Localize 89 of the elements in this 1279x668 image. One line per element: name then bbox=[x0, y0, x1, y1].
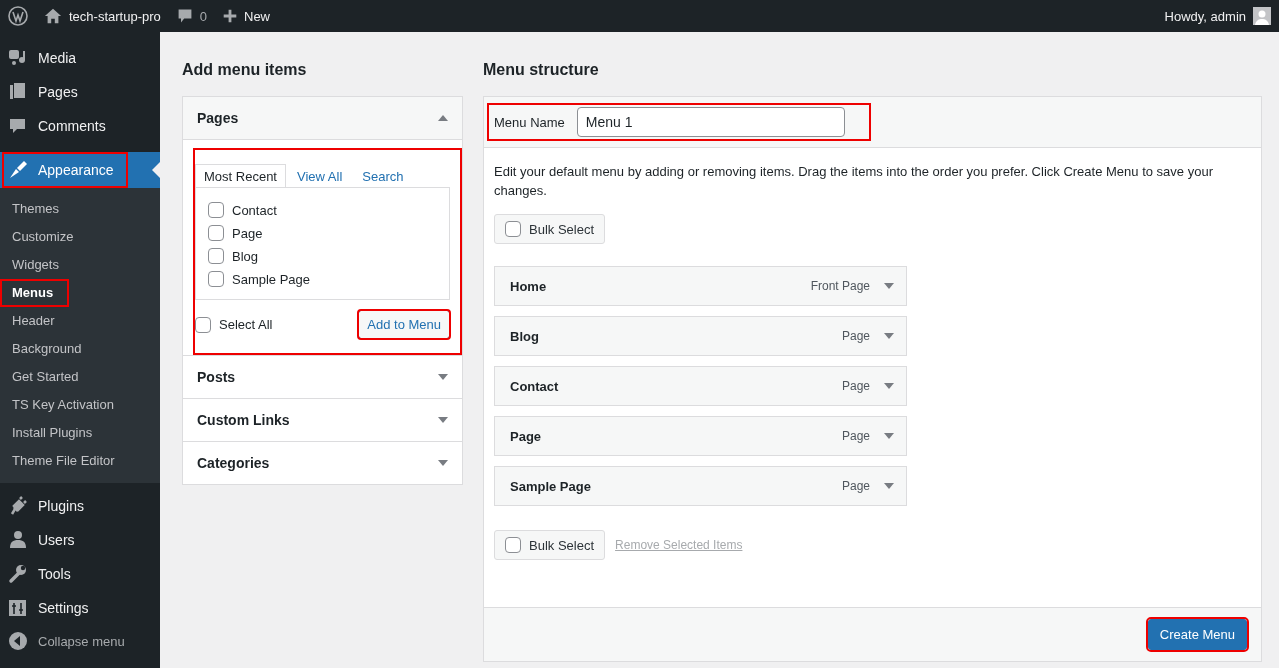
greeting-link[interactable]: Howdy, admin bbox=[1164, 8, 1246, 24]
submenu-item[interactable]: Menus bbox=[0, 279, 70, 307]
collapse-icon bbox=[8, 631, 28, 651]
toggle-arrow-icon bbox=[438, 374, 448, 380]
sidebar-item[interactable]: Plugins bbox=[0, 489, 160, 523]
dropdown-arrow-icon[interactable] bbox=[884, 283, 894, 289]
submenu-item[interactable]: Widgets bbox=[0, 251, 71, 279]
menu-item-title: Blog bbox=[510, 328, 540, 344]
plus-icon[interactable] bbox=[223, 9, 237, 23]
instructions-text: Edit your default menu by adding or removing items. Drag the items into the order you prefer. Click Create Menu to save your changes. bbox=[494, 163, 1214, 200]
appearance-icon bbox=[8, 160, 28, 180]
dropdown-arrow-icon[interactable] bbox=[884, 433, 894, 439]
sidebar-item[interactable]: Media bbox=[0, 41, 160, 75]
checkbox[interactable] bbox=[505, 537, 521, 553]
comments-icon bbox=[8, 116, 28, 136]
submenu-item[interactable]: Install Plugins bbox=[0, 419, 105, 447]
sidebar-item[interactable]: Comments bbox=[0, 109, 160, 143]
submenu-item[interactable]: Theme File Editor bbox=[0, 447, 127, 475]
comment-icon[interactable] bbox=[176, 8, 193, 24]
submenu-item[interactable]: TS Key Activation bbox=[0, 391, 126, 419]
site-name-link[interactable]: tech-startup-pro bbox=[69, 8, 161, 24]
tab[interactable]: View All bbox=[288, 164, 352, 187]
menu-item-type: Page bbox=[841, 479, 870, 493]
section-heading: Add menu items bbox=[182, 60, 308, 80]
submenu-item[interactable]: Get Started bbox=[0, 363, 91, 391]
menu-name-field[interactable]: Menu 1 bbox=[576, 107, 845, 137]
accordion-header[interactable]: Categories bbox=[183, 441, 462, 484]
media-icon bbox=[8, 48, 28, 68]
bulk-select-button[interactable]: Bulk Select bbox=[494, 530, 606, 560]
checkbox[interactable] bbox=[208, 225, 224, 241]
menu-item-title: Page bbox=[510, 428, 543, 444]
menu-name-label: Menu Name bbox=[494, 114, 565, 130]
submenu-item[interactable]: Themes bbox=[0, 195, 71, 223]
submenu-item[interactable]: Background bbox=[0, 335, 94, 363]
new-link[interactable]: New bbox=[244, 8, 270, 24]
menu-item[interactable]: Page Page bbox=[494, 416, 907, 456]
checkbox[interactable] bbox=[505, 221, 521, 237]
menu-item-title: Sample Page bbox=[510, 478, 592, 494]
tools-icon bbox=[8, 564, 28, 584]
menu-item-type: Page bbox=[841, 379, 870, 393]
bulk-select-button[interactable]: Bulk Select bbox=[494, 214, 606, 244]
checkbox[interactable] bbox=[208, 202, 224, 218]
dropdown-arrow-icon[interactable] bbox=[884, 333, 894, 339]
menu-item-title: Contact bbox=[510, 378, 560, 394]
comment-count: 0 bbox=[199, 8, 207, 24]
option-label: Blog bbox=[232, 248, 259, 264]
sidebar-item[interactable]: Pages bbox=[0, 75, 160, 109]
wordpress-logo-icon[interactable] bbox=[8, 6, 28, 26]
menu-item-type: Page bbox=[841, 429, 870, 443]
menu-item-title: Home bbox=[510, 278, 548, 294]
settings-icon bbox=[8, 598, 28, 618]
section-heading: Menu structure bbox=[483, 60, 600, 80]
dropdown-arrow-icon[interactable] bbox=[884, 483, 894, 489]
select-all-label: Select All bbox=[219, 317, 273, 332]
create-menu-button[interactable]: Create Menu bbox=[1147, 619, 1247, 650]
checkbox[interactable] bbox=[208, 271, 224, 287]
current-pointer-icon bbox=[152, 162, 160, 178]
checkbox[interactable] bbox=[208, 248, 224, 264]
menu-item-type: Front Page bbox=[810, 279, 870, 293]
menu-item-type: Page bbox=[841, 329, 870, 343]
add-to-menu-button[interactable]: Add to Menu bbox=[358, 310, 450, 339]
menu-item[interactable]: Sample Page Page bbox=[494, 466, 907, 506]
collapse-menu-button[interactable]: Collapse menu bbox=[0, 625, 160, 657]
sidebar-item[interactable]: Appearance bbox=[0, 152, 160, 188]
accordion-header[interactable]: Posts bbox=[183, 355, 462, 398]
tab[interactable]: Search bbox=[353, 164, 413, 187]
toggle-arrow-icon bbox=[438, 460, 448, 466]
pages-icon bbox=[8, 82, 28, 102]
home-icon[interactable] bbox=[44, 7, 62, 25]
option-label: Contact bbox=[232, 202, 277, 218]
sidebar-item[interactable]: Users bbox=[0, 523, 160, 557]
checkbox[interactable] bbox=[195, 316, 211, 333]
menu-item[interactable]: Contact Page bbox=[494, 366, 907, 406]
toggle-arrow-icon bbox=[438, 115, 448, 121]
sidebar-item[interactable]: Tools bbox=[0, 557, 160, 591]
toggle-arrow-icon bbox=[438, 417, 448, 423]
option-label: Sample Page bbox=[232, 271, 311, 287]
option-label: Page bbox=[232, 225, 263, 241]
dropdown-arrow-icon[interactable] bbox=[884, 383, 894, 389]
submenu-item[interactable]: Customize bbox=[0, 223, 86, 251]
sidebar-item[interactable]: Settings bbox=[0, 591, 160, 625]
tab[interactable]: Most Recent bbox=[195, 164, 286, 187]
menu-item[interactable]: Home Front Page bbox=[494, 266, 907, 306]
submenu-item[interactable]: Header bbox=[0, 307, 67, 335]
menu-item[interactable]: Blog Page bbox=[494, 316, 907, 356]
plugins-icon bbox=[8, 496, 28, 516]
accordion-header[interactable]: Custom Links bbox=[183, 398, 462, 441]
users-icon bbox=[8, 530, 28, 550]
accordion-header[interactable]: Pages bbox=[183, 97, 462, 140]
